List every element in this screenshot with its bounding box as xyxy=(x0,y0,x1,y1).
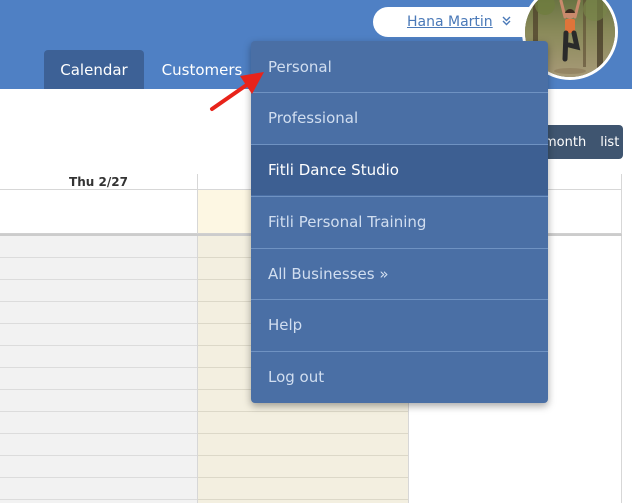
menu-item-fitli-personal-training[interactable]: Fitli Personal Training xyxy=(251,196,548,247)
menu-item-help[interactable]: Help xyxy=(251,299,548,350)
time-column-thu[interactable] xyxy=(0,236,198,503)
app-root: Thu 2/27 month list Calendar Customers H… xyxy=(0,0,632,503)
menu-item-fitli-dance-studio[interactable]: Fitli Dance Studio xyxy=(251,144,548,195)
allday-cell-thu[interactable] xyxy=(0,190,198,234)
list-view-button[interactable]: list xyxy=(600,135,619,150)
view-toggle: month list xyxy=(536,125,623,159)
tab-calendar[interactable]: Calendar xyxy=(44,50,144,89)
double-chevron-down-icon xyxy=(502,16,511,29)
menu-item-all-businesses[interactable]: All Businesses » xyxy=(251,248,548,299)
day-header-thu[interactable]: Thu 2/27 xyxy=(0,174,198,190)
menu-item-professional[interactable]: Professional xyxy=(251,92,548,143)
menu-item-log-out[interactable]: Log out xyxy=(251,351,548,402)
menu-item-personal[interactable]: Personal xyxy=(251,41,548,92)
red-arrow-pointer-icon xyxy=(210,72,264,111)
user-menu-button[interactable]: Hana Martin xyxy=(373,7,543,37)
user-name: Hana Martin xyxy=(407,14,493,30)
month-view-button[interactable]: month xyxy=(544,135,586,150)
user-dropdown-menu: Personal Professional Fitli Dance Studio… xyxy=(251,41,548,403)
